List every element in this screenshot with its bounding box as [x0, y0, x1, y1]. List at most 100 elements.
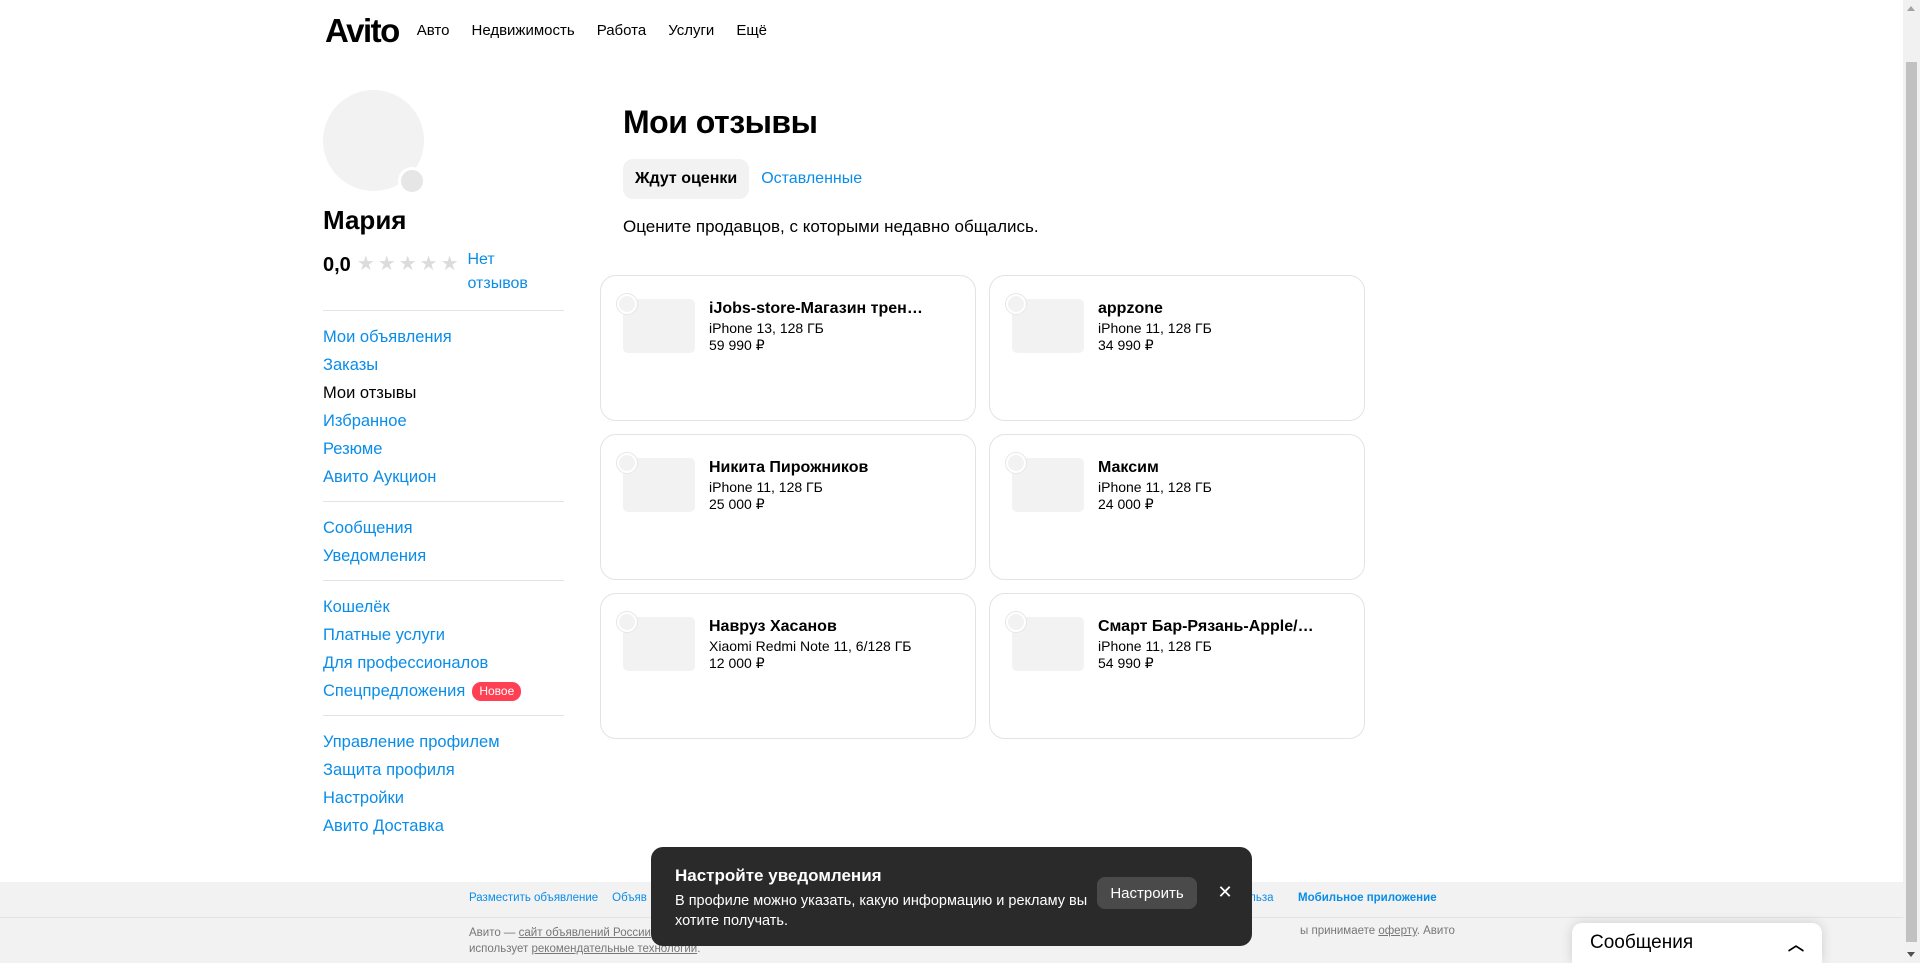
page-title: Мои отзывы: [623, 104, 818, 140]
sidebar-item-wallet[interactable]: Кошелёк: [323, 593, 564, 621]
sidebar-group-settings: Управление профилем Защита профиля Настр…: [323, 715, 564, 850]
page: Avito Авто Недвижимость Работа Услуги Ещ…: [0, 0, 1920, 963]
scrollbar-thumb[interactable]: [1906, 62, 1917, 942]
chevron-up-icon[interactable]: ︿: [1788, 931, 1804, 955]
item-price: 34 990 ₽: [1098, 337, 1154, 353]
sidebar-item-avito-delivery[interactable]: Авито Доставка: [323, 812, 564, 840]
item-title: iPhone 11, 128 ГБ: [1098, 638, 1212, 654]
footer-site-link[interactable]: сайт объявлений России: [519, 927, 651, 939]
intro-text: Оцените продавцов, с которыми недавно об…: [623, 217, 1039, 236]
top-bar: Avito Авто Недвижимость Работа Услуги Ещ…: [325, 0, 767, 60]
sidebar-item-special-offers[interactable]: Спецпредложения Новое: [323, 677, 564, 705]
seller-avatar: [617, 453, 637, 473]
sidebar-item-my-ads[interactable]: Мои объявления: [323, 323, 564, 351]
item-price: 12 000 ₽: [709, 655, 765, 671]
item-title: iPhone 11, 128 ГБ: [1098, 479, 1212, 495]
sidebar-item-label: Спецпредложения: [323, 682, 466, 700]
item-price: 59 990 ₽: [709, 337, 765, 353]
nav-item-auto[interactable]: Авто: [417, 22, 450, 39]
nav-item-services[interactable]: Услуги: [668, 22, 714, 39]
sidebar-item-favorites[interactable]: Избранное: [323, 407, 564, 435]
sidebar-item-my-reviews[interactable]: Мои отзывы: [323, 379, 564, 407]
seller-avatar: [617, 294, 637, 314]
seller-name: iJobs-store-Магазин трен…: [709, 300, 923, 317]
item-price: 24 000 ₽: [1098, 496, 1154, 512]
footer-right-suffix: . Авито: [1416, 925, 1455, 937]
card-info: Навруз Хасанов Xiaomi Redmi Note 11, 6/1…: [709, 618, 939, 672]
star-icon: ★: [398, 253, 417, 275]
seller-card[interactable]: appzone iPhone 11, 128 ГБ 34 990 ₽: [989, 275, 1365, 421]
sidebar-item-notifications[interactable]: Уведомления: [323, 542, 564, 570]
seller-cards: iJobs-store-Магазин трен… iPhone 13, 128…: [600, 275, 1365, 739]
sidebar-group-main: Мои объявления Заказы Мои отзывы Избранн…: [323, 310, 564, 501]
nav-item-jobs[interactable]: Работа: [597, 22, 647, 39]
sidebar-item-orders[interactable]: Заказы: [323, 351, 564, 379]
item-title: Xiaomi Redmi Note 11, 6/128 ГБ: [709, 638, 912, 654]
sidebar-item-resume[interactable]: Резюме: [323, 435, 564, 463]
sidebar-group-finance: Кошелёк Платные услуги Для профессионало…: [323, 580, 564, 715]
footer-link-mobile-app[interactable]: Мобильное приложение: [1298, 892, 1437, 904]
profile-name: Мария: [323, 205, 407, 235]
scroll-down-arrow-icon[interactable]: [1907, 952, 1915, 957]
tab-left[interactable]: Оставленные: [749, 159, 874, 199]
avito-logo[interactable]: Avito: [325, 14, 400, 47]
sidebar-item-profile-management[interactable]: Управление профилем: [323, 728, 564, 756]
sidebar-group-communication: Сообщения Уведомления: [323, 501, 564, 580]
seller-name: Смарт Бар-Рязань-Apple/…: [1098, 618, 1314, 635]
seller-card[interactable]: Никита Пирожников iPhone 11, 128 ГБ 25 0…: [600, 434, 976, 580]
messages-widget[interactable]: Сообщения ︿: [1572, 923, 1822, 963]
card-info: iJobs-store-Магазин трен… iPhone 13, 128…: [709, 300, 939, 354]
sidebar-item-for-professionals[interactable]: Для профессионалов: [323, 649, 564, 677]
avatar[interactable]: [323, 90, 426, 195]
card-info: Смарт Бар-Рязань-Apple/… iPhone 11, 128 …: [1098, 618, 1328, 672]
item-title: iPhone 11, 128 ГБ: [1098, 320, 1212, 336]
footer-text-line2: использует: [469, 943, 532, 955]
seller-name: appzone: [1098, 300, 1163, 317]
close-icon[interactable]: ✕: [1215, 882, 1235, 902]
review-tabs: Ждут оценки Оставленные: [623, 159, 1368, 199]
footer-link-post-ad[interactable]: Разместить объявление: [469, 892, 598, 904]
top-nav: Авто Недвижимость Работа Услуги Ещё: [417, 22, 767, 39]
rating-stars: ★ ★ ★ ★ ★: [357, 254, 459, 274]
avatar-status-dot: [398, 167, 426, 195]
seller-name: Никита Пирожников: [709, 459, 869, 476]
no-reviews-link[interactable]: Нет отзывов: [468, 248, 548, 296]
seller-name: Максим: [1098, 459, 1159, 476]
messages-widget-title: Сообщения: [1590, 932, 1694, 953]
star-icon: ★: [377, 253, 396, 275]
seller-card[interactable]: iJobs-store-Магазин трен… iPhone 13, 128…: [600, 275, 976, 421]
configure-button[interactable]: Настроить: [1097, 877, 1197, 909]
profile-sidebar: Мария 0,0 ★ ★ ★ ★ ★ Нет отзывов Мои объя…: [323, 90, 564, 850]
nav-item-realty[interactable]: Недвижимость: [471, 22, 574, 39]
card-info: appzone iPhone 11, 128 ГБ 34 990 ₽: [1098, 300, 1328, 354]
sidebar-item-paid-services[interactable]: Платные услуги: [323, 621, 564, 649]
footer-offer-link[interactable]: оферту: [1378, 925, 1416, 937]
star-icon: ★: [419, 253, 438, 275]
seller-card[interactable]: Максим iPhone 11, 128 ГБ 24 000 ₽: [989, 434, 1365, 580]
sidebar-item-auction[interactable]: Авито Аукцион: [323, 463, 564, 491]
seller-avatar: [1006, 453, 1026, 473]
scroll-up-arrow-icon[interactable]: [1907, 6, 1915, 11]
main-content: Мои отзывы Ждут оценки Оставленные Оцени…: [623, 104, 1368, 237]
tab-awaiting[interactable]: Ждут оценки: [623, 159, 750, 199]
star-icon: ★: [440, 253, 459, 275]
footer-links: Разместить объявление Объяв ольза Мобиль…: [469, 892, 1437, 904]
toast-title: Настройте уведомления: [675, 866, 882, 885]
nav-item-more[interactable]: Ещё: [736, 22, 767, 39]
sidebar-item-settings[interactable]: Настройки: [323, 784, 564, 812]
scrollbar[interactable]: [1903, 0, 1920, 963]
sidebar-item-profile-protection[interactable]: Защита профиля: [323, 756, 564, 784]
footer-text-prefix: Авито —: [469, 927, 519, 939]
seller-card[interactable]: Смарт Бар-Рязань-Apple/… iPhone 11, 128 …: [989, 593, 1365, 739]
seller-avatar: [617, 612, 637, 632]
seller-avatar: [1006, 612, 1026, 632]
seller-name: Навруз Хасанов: [709, 618, 837, 635]
sidebar-item-messages[interactable]: Сообщения: [323, 514, 564, 542]
footer-right-prefix: ы принимаете: [1300, 925, 1379, 937]
card-info: Никита Пирожников iPhone 11, 128 ГБ 25 0…: [709, 459, 939, 513]
item-price: 54 990 ₽: [1098, 655, 1154, 671]
card-info: Максим iPhone 11, 128 ГБ 24 000 ₽: [1098, 459, 1328, 513]
seller-card[interactable]: Навруз Хасанов Xiaomi Redmi Note 11, 6/1…: [600, 593, 976, 739]
notification-toast: Настройте уведомления В профиле можно ук…: [651, 847, 1252, 946]
footer-link-ads[interactable]: Объяв: [612, 892, 647, 904]
